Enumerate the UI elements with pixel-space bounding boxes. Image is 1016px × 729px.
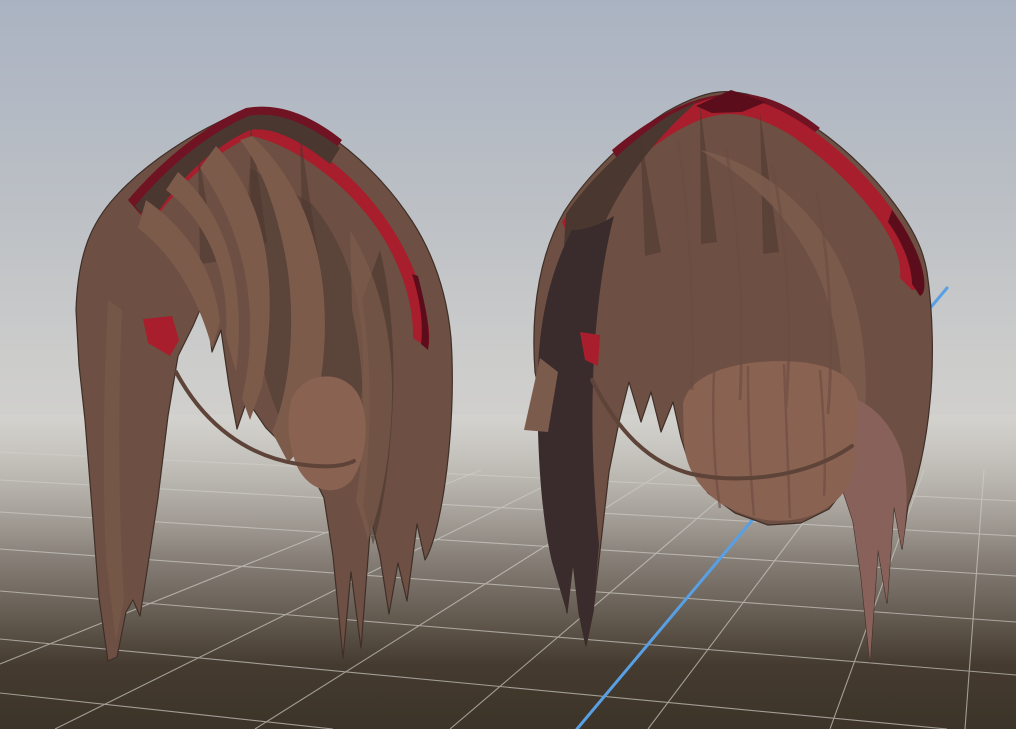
viewport-window [0,0,1016,729]
viewport-canvas[interactable] [0,0,1016,729]
